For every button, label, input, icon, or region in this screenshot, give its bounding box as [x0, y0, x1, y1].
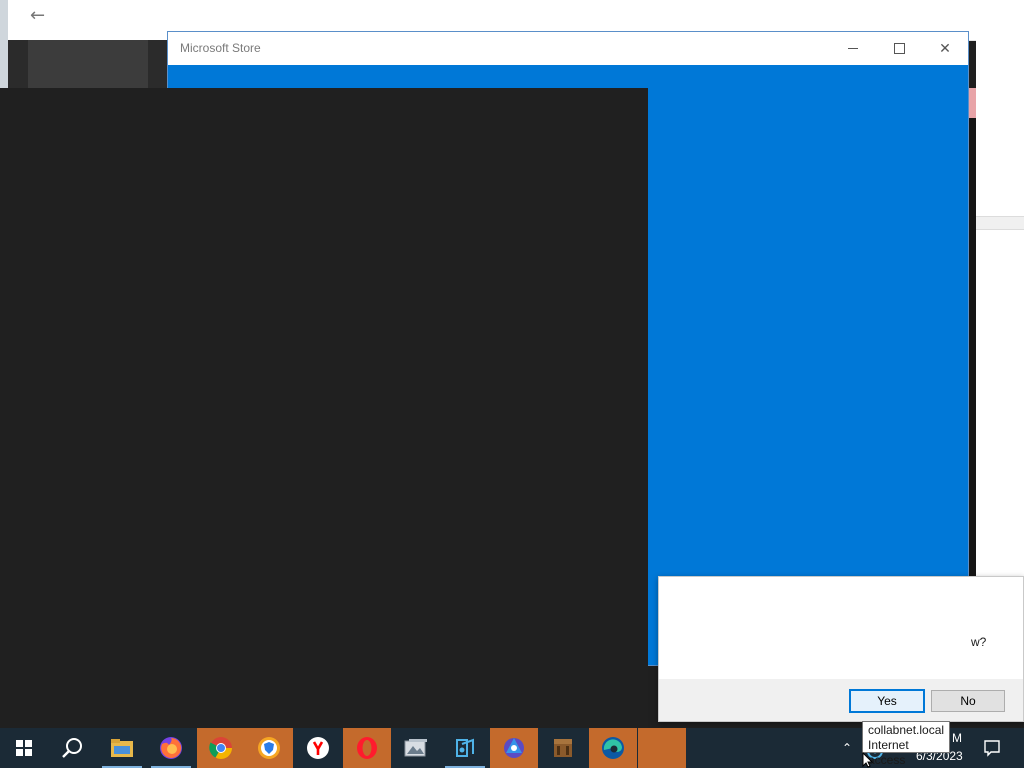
image-icon — [404, 739, 427, 757]
taskbar-app-shield-browser[interactable] — [245, 728, 293, 768]
crafting-table-icon — [554, 739, 572, 757]
background-right-accent — [968, 88, 976, 118]
dark-overlay-panel — [0, 88, 648, 728]
minimize-icon — [848, 48, 858, 49]
dialog-question-text: w? — [971, 635, 987, 649]
taskbar-app-crafting[interactable] — [539, 728, 587, 768]
taskbar-app-dev-tool[interactable] — [441, 728, 489, 768]
taskbar-app-placeholder[interactable] — [638, 728, 686, 768]
yes-button[interactable]: Yes — [849, 689, 925, 713]
taskbar-app-yandex[interactable] — [294, 728, 342, 768]
maximize-button[interactable] — [876, 32, 922, 65]
search-button[interactable] — [48, 728, 96, 768]
maximize-icon — [893, 43, 905, 54]
minimize-button[interactable] — [830, 32, 876, 65]
opera-icon — [357, 737, 377, 759]
network-tooltip: collabnet.local Internet access — [862, 721, 950, 767]
confirmation-dialog: w? Yes No — [658, 576, 1024, 722]
chrome-icon — [209, 737, 232, 759]
store-titlebar[interactable]: Microsoft Store ✕ — [168, 32, 968, 65]
background-right-window — [976, 40, 1024, 576]
show-hidden-icons-button[interactable]: ⌃ — [836, 728, 858, 768]
background-right-divider — [976, 216, 1024, 230]
tooltip-network-status: Internet access — [868, 738, 909, 767]
background-window-edge — [0, 0, 8, 90]
taskbar-app-image-viewer[interactable] — [392, 728, 440, 768]
windows-logo-icon — [16, 740, 32, 756]
mouse-cursor-icon — [862, 752, 874, 768]
notification-icon — [984, 740, 1000, 757]
no-button[interactable]: No — [931, 690, 1005, 712]
taskbar-app-opera[interactable] — [343, 728, 391, 768]
start-button[interactable] — [0, 728, 48, 768]
shield-browser-icon — [258, 737, 280, 759]
close-icon: ✕ — [939, 40, 951, 57]
background-dark-inner — [28, 40, 148, 88]
yandex-icon — [307, 737, 329, 759]
background-right-dark-edge — [968, 88, 976, 648]
media-icon — [504, 738, 524, 758]
tooltip-network-name: collabnet.local — [868, 723, 945, 737]
dev-icon — [456, 738, 474, 757]
edge-icon — [602, 737, 624, 759]
firefox-icon — [160, 737, 182, 759]
store-window-title: Microsoft Store — [180, 41, 261, 55]
action-center-button[interactable] — [976, 728, 1008, 768]
taskbar-app-chrome[interactable] — [197, 728, 245, 768]
arrow-left-icon[interactable]: ← — [30, 6, 52, 26]
folder-icon — [111, 739, 133, 757]
search-icon — [62, 738, 82, 758]
taskbar-app-media[interactable] — [490, 728, 538, 768]
close-button[interactable]: ✕ — [922, 32, 968, 65]
clock-time[interactable]: M — [952, 731, 962, 745]
taskbar-app-firefox[interactable] — [147, 728, 195, 768]
taskbar-app-edge[interactable] — [589, 728, 637, 768]
taskbar-app-file-explorer[interactable] — [98, 728, 146, 768]
chevron-up-icon: ⌃ — [841, 741, 853, 755]
